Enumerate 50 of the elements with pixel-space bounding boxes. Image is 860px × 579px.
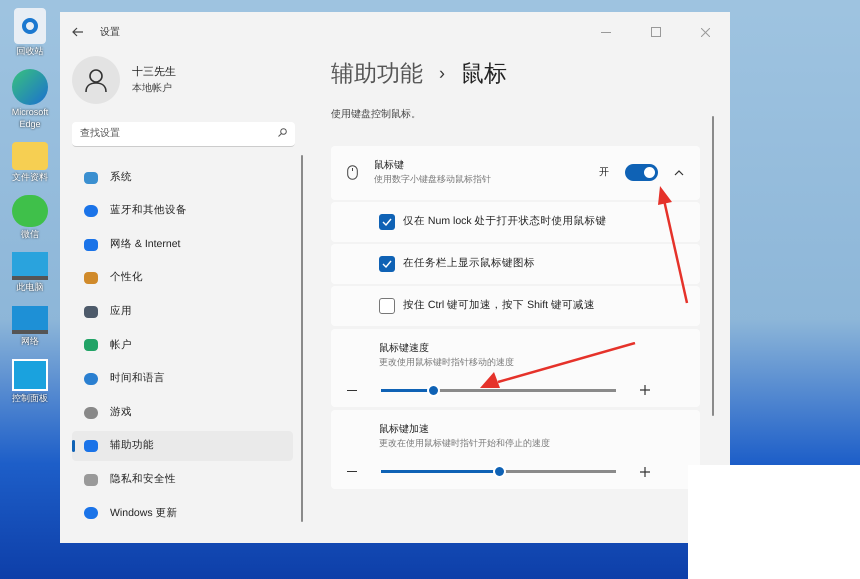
setting-title: 鼠标键加速 [379,422,430,437]
chevron-up-icon[interactable] [674,170,684,176]
page-title: 鼠标 [461,59,507,88]
checkmark-icon [382,260,392,268]
setting-description: 更改在使用鼠标键时指针开始和停止的速度 [379,437,551,450]
slider-thumb[interactable] [494,467,504,476]
mouse-icon [347,165,358,180]
account-type: 本地帐户 [132,82,173,96]
sidebar-item[interactable]: 游戏 [72,398,293,428]
plus-icon[interactable] [640,466,652,476]
checkbox[interactable] [379,256,395,272]
setting-title: 鼠标键 [374,158,405,174]
selection-indicator [72,440,75,452]
setting-description: 更改使用鼠标键时指针移动的速度 [379,356,515,368]
sidebar-item[interactable]: 辅助功能 [72,431,293,462]
control-panel-icon [12,358,48,391]
sidebar-item[interactable]: 蓝牙和其他设备 [72,196,293,226]
search-field[interactable]: 查找设置 [72,122,295,146]
desktop-icon-label[interactable]: 控制面板 [12,392,48,404]
option-label: 按住 Ctrl 键可加速，按下 Shift 键可减速 [403,298,596,313]
sidebar-item[interactable]: 帐户 [72,330,293,360]
search-icon [278,128,287,137]
setting-description: 使用数字小键盘移动鼠标指针 [374,173,492,186]
breadcrumb-parent[interactable]: 辅助功能 [331,56,423,90]
sidebar-item[interactable]: Windows 更新 [72,498,293,528]
close-icon[interactable] [701,28,710,36]
window-title: 设置 [100,26,120,40]
toggle-switch[interactable] [625,164,658,181]
page-description: 使用键盘控制鼠标。 [331,108,422,122]
back-arrow-icon[interactable] [72,27,84,37]
user-name: 十三先生 [132,65,176,80]
folder-icon [12,142,48,170]
sidebar-item[interactable]: 应用 [72,296,293,327]
sidebar-item[interactable]: 个性化 [72,263,293,294]
checkmark-icon [382,218,392,226]
option-label: 在任务栏上显示鼠标键图标 [403,256,535,271]
checkbox[interactable] [379,214,395,230]
network-icon [12,306,48,334]
plus-icon[interactable] [640,385,652,395]
sidebar-item[interactable]: 隐私和安全性 [72,464,293,495]
slider-thumb[interactable] [428,386,438,394]
maximize-icon[interactable] [651,27,661,37]
breadcrumb-separator: › [439,62,445,85]
toggle-state-label: 开 [599,166,609,180]
sidebar-item[interactable]: 系统 [72,162,293,192]
option-label: 仅在 Num lock 处于打开状态时使用鼠标键 [403,214,607,229]
setting-title: 鼠标键速度 [379,342,430,356]
sidebar-item[interactable]: 网络 & Internet [72,230,293,260]
sidebar-item[interactable]: 时间和语言 [72,364,293,394]
checkbox[interactable] [379,298,395,314]
